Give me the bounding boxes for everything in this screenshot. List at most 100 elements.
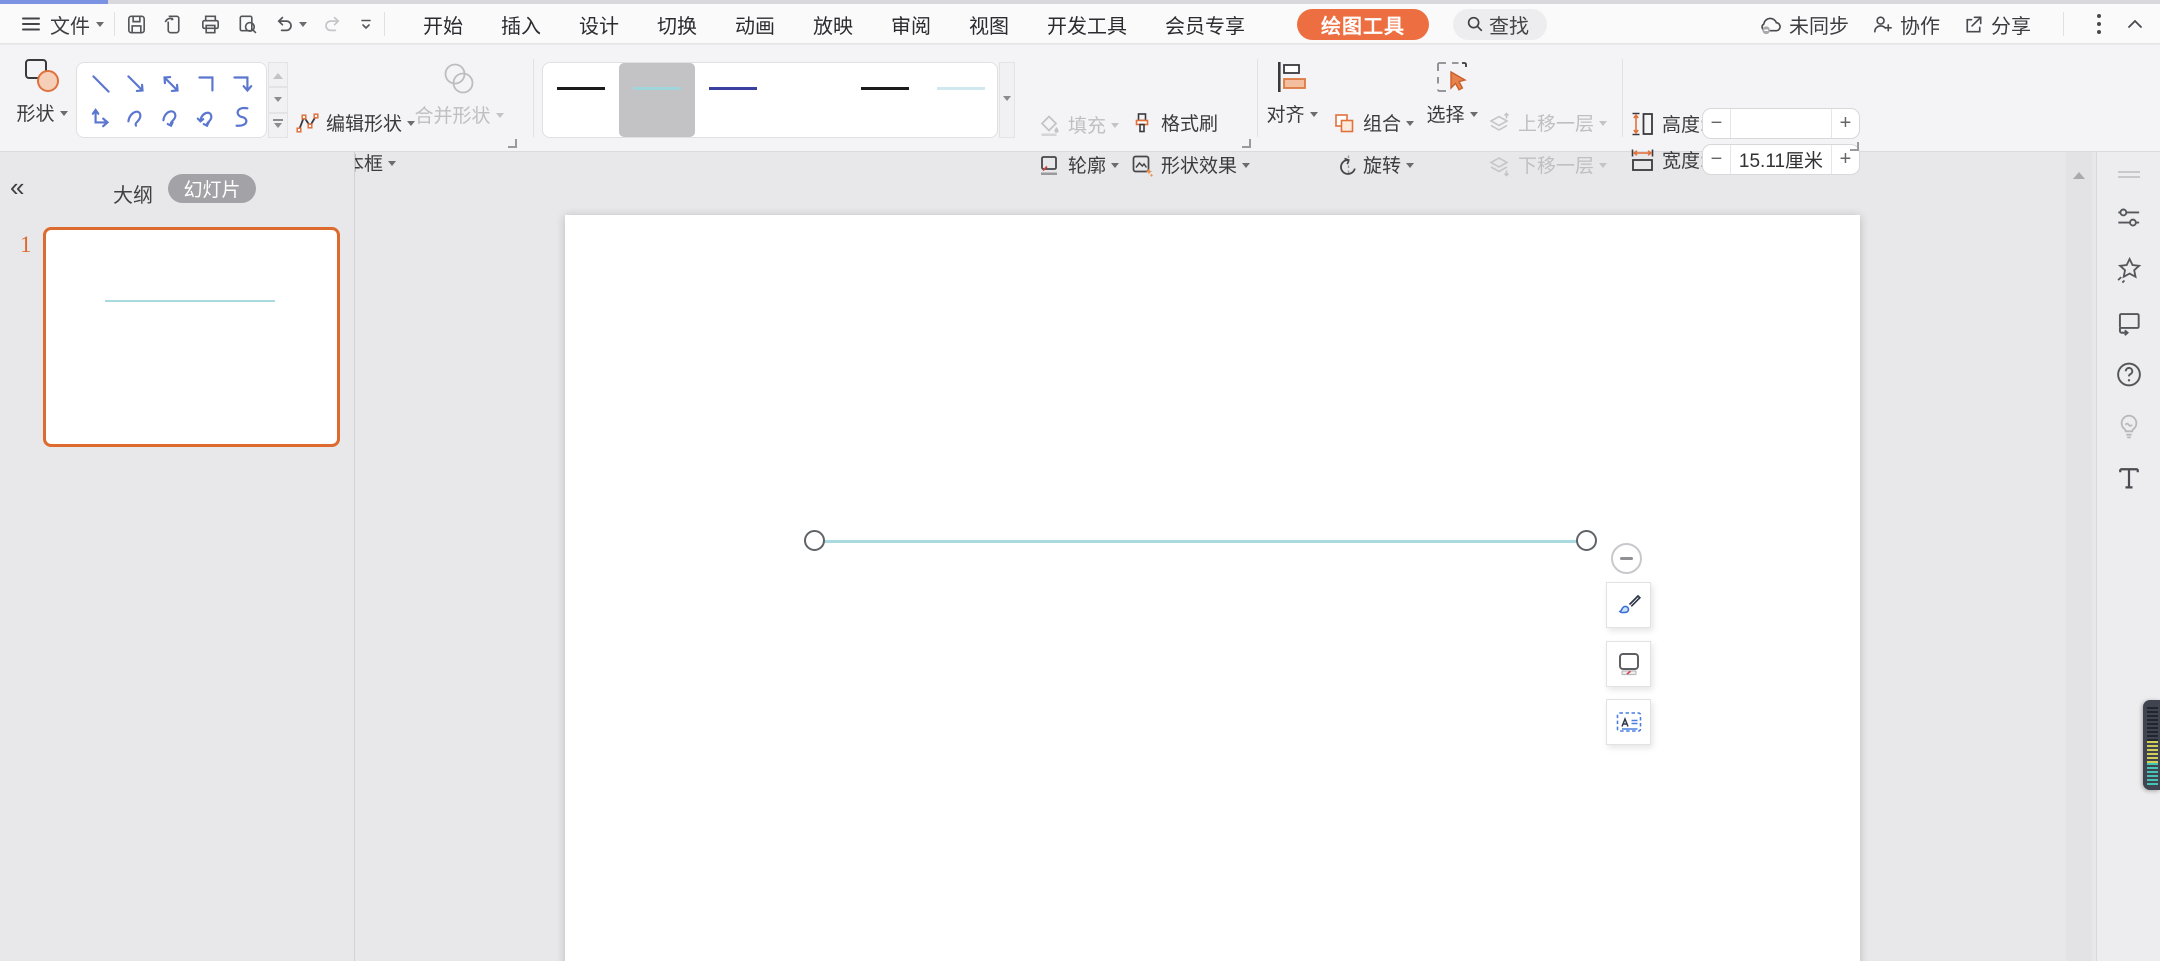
- tab-slides-active[interactable]: 幻灯片: [168, 174, 256, 203]
- chevron-down-icon: [496, 113, 504, 122]
- tab-membership[interactable]: 会员专享: [1163, 6, 1247, 43]
- shapes-icon: [23, 57, 61, 93]
- rotate-button[interactable]: 旋转: [1332, 151, 1414, 178]
- search-box[interactable]: 查找: [1453, 9, 1547, 40]
- width-decrease-button[interactable]: −: [1703, 145, 1730, 174]
- line-endpoint-handle-right[interactable]: [1576, 530, 1597, 551]
- sidebar-effects-star-icon[interactable]: [2114, 256, 2143, 285]
- gallery-more-button[interactable]: [268, 113, 288, 138]
- customize-toolbar-button[interactable]: [358, 16, 374, 32]
- scroll-up-arrow[interactable]: [2073, 166, 2085, 179]
- align-button[interactable]: 对齐: [1262, 61, 1322, 127]
- line-style-preset-2-selected[interactable]: [619, 63, 695, 137]
- file-menu-button[interactable]: 文件: [50, 10, 104, 39]
- thumbnail-line-shape: [105, 300, 275, 302]
- gallery-scroll-up-button[interactable]: [268, 62, 288, 87]
- sidebar-text-tool-icon[interactable]: [2115, 464, 2143, 492]
- redo-button[interactable]: [321, 13, 344, 36]
- tab-review[interactable]: 审阅: [889, 6, 933, 43]
- height-input[interactable]: [1730, 109, 1832, 138]
- group-button[interactable]: 组合: [1332, 109, 1414, 136]
- line-style-preset-5[interactable]: [847, 63, 923, 137]
- shape-curve[interactable]: [118, 100, 153, 133]
- style-gallery-more-button[interactable]: [999, 62, 1015, 138]
- shape-line[interactable]: [83, 67, 118, 100]
- sidebar-properties-icon[interactable]: [2115, 204, 2142, 231]
- quick-access-toolbar: [125, 13, 374, 36]
- fill-button-disabled: 填充: [1037, 111, 1119, 138]
- float-text-box-button[interactable]: [1606, 699, 1651, 745]
- line-style-preset-3[interactable]: [695, 63, 771, 137]
- shape-elbow-connector[interactable]: [189, 67, 224, 100]
- gallery-scroll-down-button[interactable]: [268, 87, 288, 112]
- sidebar-help-icon[interactable]: [2114, 360, 2143, 389]
- line-style-preset-4[interactable]: [771, 63, 847, 137]
- sync-status-button[interactable]: 未同步: [1758, 10, 1849, 39]
- send-backward-label: 下移一层: [1518, 151, 1594, 178]
- undo-button[interactable]: [273, 13, 307, 36]
- shape-effects-button[interactable]: 形状效果: [1130, 151, 1250, 178]
- collaborate-button[interactable]: 协作: [1871, 10, 1940, 39]
- dialog-launcher[interactable]: [1242, 139, 1251, 148]
- collaborate-label: 协作: [1900, 10, 1940, 39]
- select-button[interactable]: 选择: [1420, 59, 1484, 127]
- shape-arrow[interactable]: [118, 67, 153, 100]
- tab-transition[interactable]: 切换: [655, 6, 699, 43]
- tab-animation[interactable]: 动画: [733, 6, 777, 43]
- line-endpoint-handle-left[interactable]: [804, 530, 825, 551]
- float-outline-button[interactable]: [1606, 641, 1651, 687]
- slide-canvas[interactable]: [565, 215, 1860, 961]
- share-label: 分享: [1991, 10, 2031, 39]
- outline-button[interactable]: 轮廓: [1037, 151, 1119, 178]
- share-button[interactable]: 分享: [1962, 10, 2031, 39]
- print-button[interactable]: [199, 13, 222, 36]
- tab-developer[interactable]: 开发工具: [1045, 6, 1129, 43]
- fill-label: 填充: [1068, 111, 1106, 138]
- save-button[interactable]: [125, 13, 148, 36]
- collapse-panel-button[interactable]: «: [10, 174, 24, 200]
- edit-shape-button[interactable]: 编辑形状: [295, 109, 415, 136]
- tab-view[interactable]: 视图: [967, 6, 1011, 43]
- send-backward-button-disabled: 下移一层: [1487, 151, 1607, 178]
- undo-dropdown-icon[interactable]: [299, 22, 307, 31]
- send-backward-icon: [1487, 153, 1511, 177]
- print-preview-button[interactable]: [236, 13, 259, 36]
- hamburger-menu-icon[interactable]: [20, 13, 42, 35]
- line-style-preset-6[interactable]: [923, 63, 999, 137]
- sidebar-drag-handle-icon[interactable]: [2116, 168, 2142, 182]
- search-icon: [1465, 14, 1485, 34]
- shape-elbow-double-arrow-connector[interactable]: [83, 100, 118, 133]
- align-label: 对齐: [1266, 100, 1304, 127]
- shape-elbow-arrow-connector[interactable]: [225, 67, 260, 100]
- tab-drawing-tools-active[interactable]: 绘图工具: [1297, 9, 1429, 40]
- slide-thumbnail-selected[interactable]: [43, 227, 340, 447]
- sidebar-tips-bulb-icon[interactable]: [2114, 412, 2143, 441]
- performance-meter-widget[interactable]: [2143, 700, 2160, 790]
- more-options-kebab-icon[interactable]: [2096, 12, 2102, 36]
- height-increase-button[interactable]: +: [1832, 109, 1859, 138]
- selected-line-shape[interactable]: [815, 540, 1587, 543]
- tab-insert[interactable]: 插入: [499, 6, 543, 43]
- dialog-launcher[interactable]: [1850, 142, 1859, 151]
- shape-freeform-s[interactable]: [225, 100, 260, 133]
- shape-curved-arrow[interactable]: [154, 100, 189, 133]
- dialog-launcher[interactable]: [508, 139, 517, 148]
- collapse-ribbon-button[interactable]: [2124, 13, 2146, 35]
- shape-curved-double-arrow[interactable]: [189, 100, 224, 133]
- shape-double-arrow[interactable]: [154, 67, 189, 100]
- shapes-button[interactable]: 形状: [14, 57, 70, 126]
- tab-outline[interactable]: 大纲: [113, 179, 153, 208]
- height-decrease-button[interactable]: −: [1703, 109, 1730, 138]
- float-style-brush-button[interactable]: [1606, 582, 1651, 628]
- merge-shapes-button-disabled: 合并形状: [416, 59, 502, 128]
- line-style-preset-1[interactable]: [543, 63, 619, 137]
- tab-slideshow[interactable]: 放映: [811, 6, 855, 43]
- sidebar-slideshow-loop-icon[interactable]: [2114, 308, 2143, 337]
- vertical-scrollbar[interactable]: [2066, 152, 2092, 961]
- export-pdf-button[interactable]: [162, 13, 185, 36]
- format-painter-button[interactable]: 格式刷: [1130, 109, 1218, 136]
- width-input[interactable]: 15.11厘米: [1730, 145, 1832, 174]
- tab-home[interactable]: 开始: [421, 6, 465, 43]
- collapse-float-toolbar-button[interactable]: [1611, 543, 1642, 574]
- tab-design[interactable]: 设计: [577, 6, 621, 43]
